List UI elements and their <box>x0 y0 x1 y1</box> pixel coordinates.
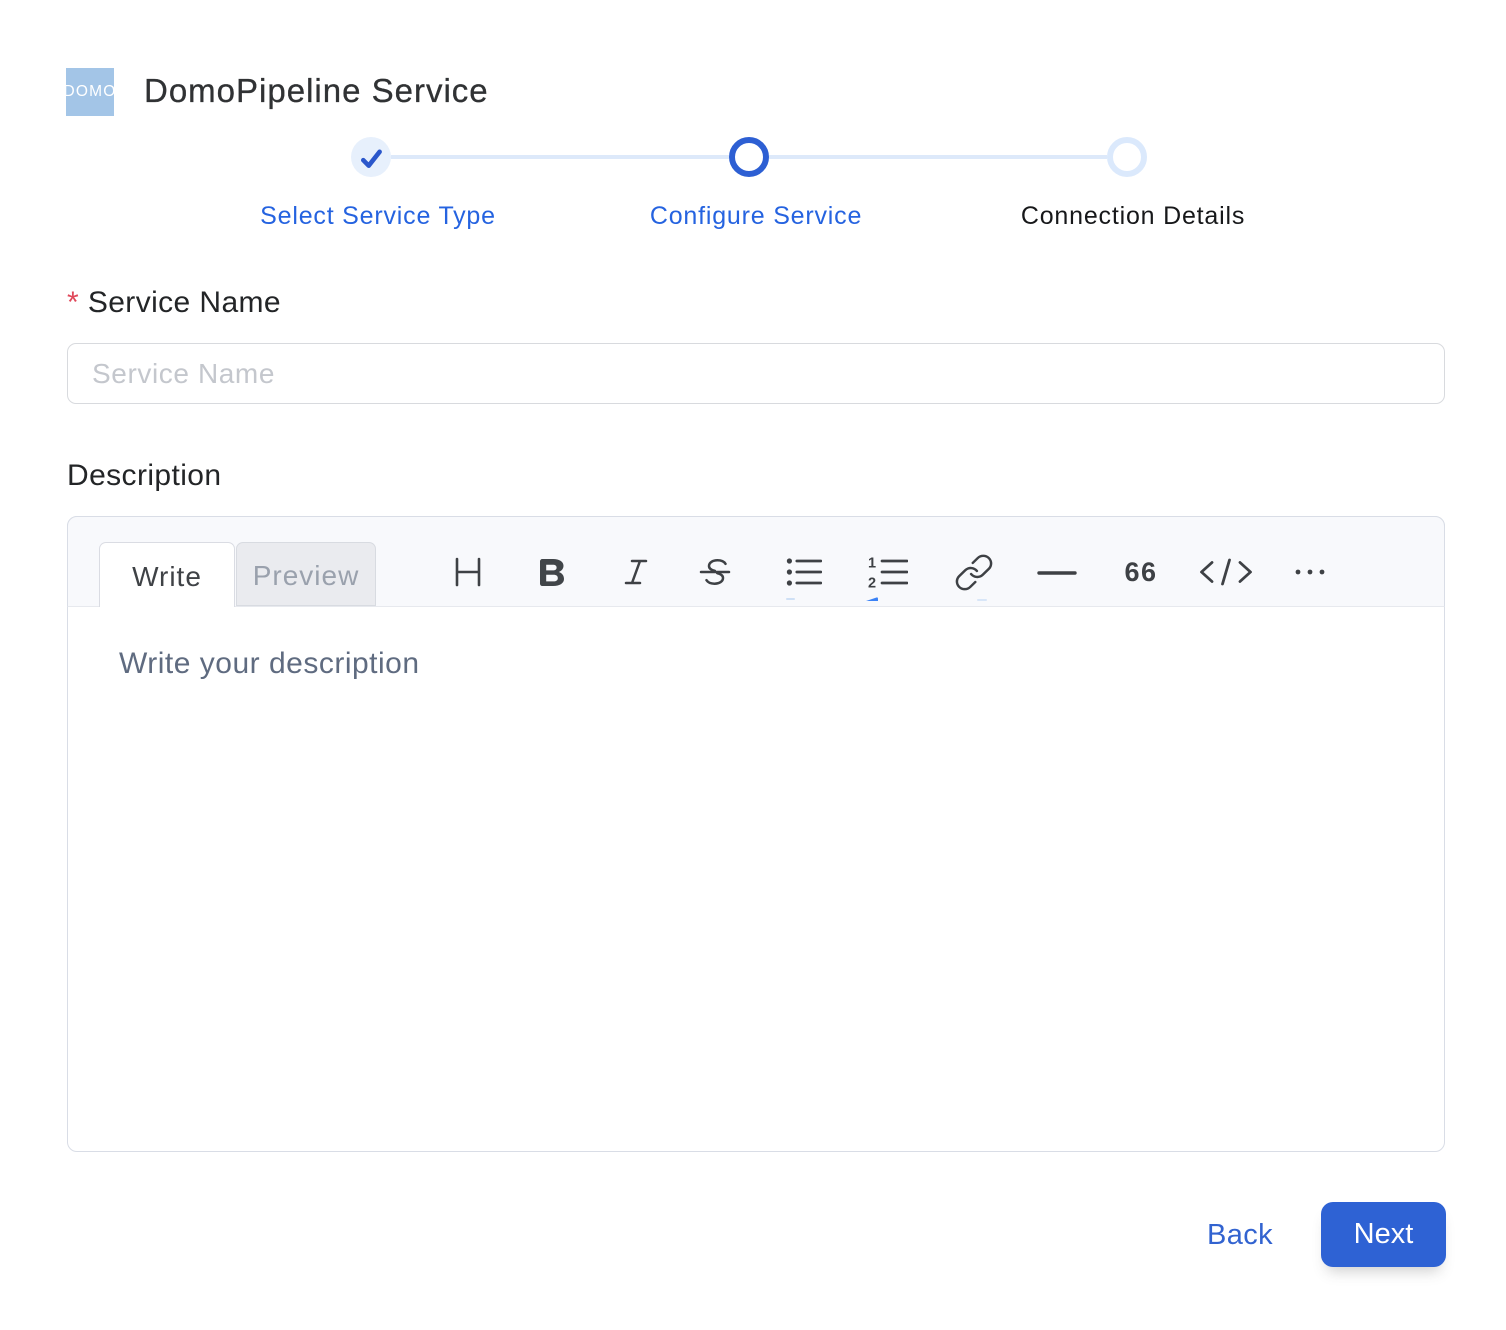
svg-text:2: 2 <box>868 576 876 591</box>
svg-text:1: 1 <box>868 556 876 572</box>
